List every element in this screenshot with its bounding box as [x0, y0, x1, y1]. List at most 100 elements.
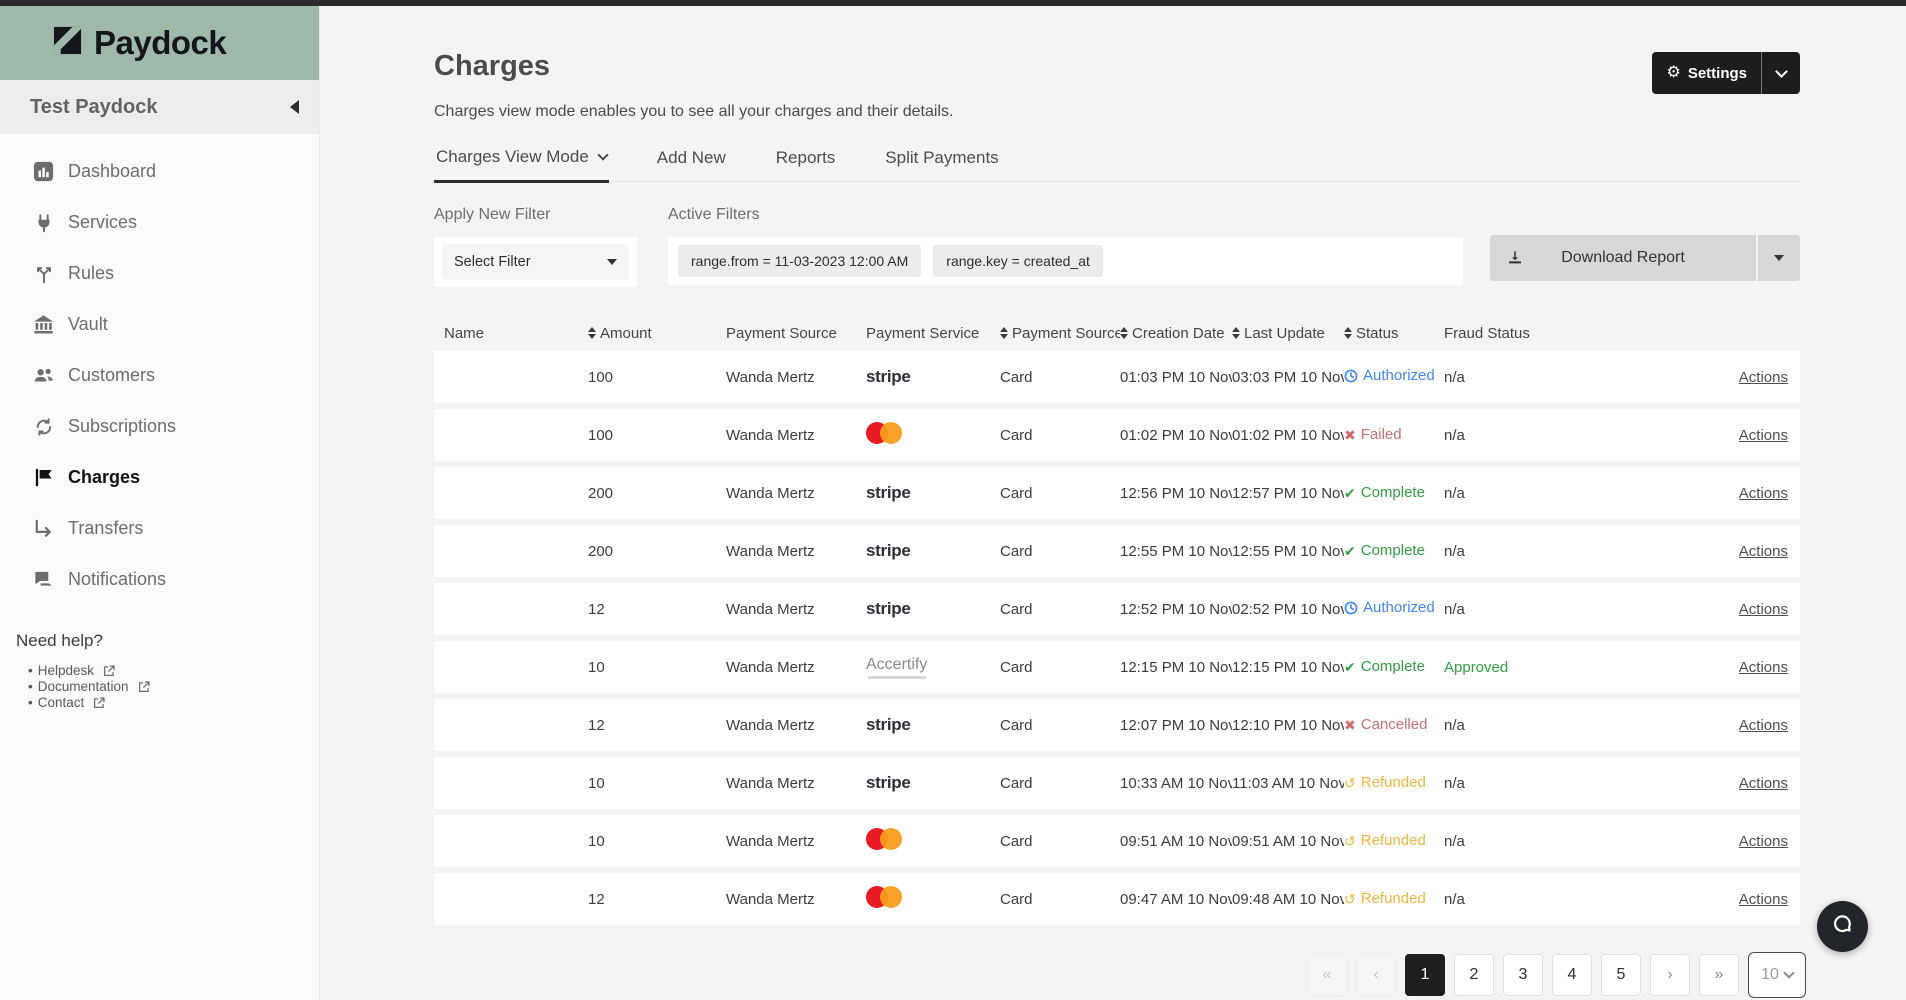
status-label: Complete	[1361, 658, 1425, 675]
status-label: Failed	[1361, 426, 1402, 443]
table-row[interactable]: 100 Wanda Mertz stripe Card 01:03 PM 10 …	[434, 351, 1800, 403]
page-size-value: 10	[1761, 966, 1779, 984]
sidebar-collapse-icon[interactable]	[290, 100, 299, 114]
settings-dropdown-button[interactable]	[1762, 71, 1800, 76]
page-subtitle: Charges view mode enables you to see all…	[434, 103, 1800, 121]
download-report-dropdown[interactable]	[1758, 235, 1800, 281]
sidebar-item-rules[interactable]: Rules	[0, 248, 319, 299]
cell-payment-source-type: Card	[1000, 833, 1120, 850]
cell-creation-date: 01:02 PM 10 Nov…	[1120, 427, 1232, 444]
rules-branch-icon	[32, 262, 55, 285]
status-label: Cancelled	[1361, 716, 1428, 733]
actions-link[interactable]: Actions	[1739, 601, 1788, 618]
column-header-amount[interactable]: Amount	[588, 325, 726, 342]
table-row[interactable]: 200 Wanda Mertz stripe Card 12:55 PM 10 …	[434, 525, 1800, 577]
help-link-contact[interactable]: • Contact	[28, 695, 319, 711]
table-row[interactable]: 12 Wanda Mertz stripe Card 12:52 PM 10 N…	[434, 583, 1800, 635]
tab-charges-view-mode[interactable]: Charges View Mode	[434, 147, 609, 183]
settings-label: Settings	[1688, 65, 1747, 82]
column-header-payment-source-[interactable]: Payment Source…	[1000, 325, 1120, 342]
download-report-button[interactable]: Download Report	[1490, 235, 1756, 281]
sidebar-item-dashboard[interactable]: Dashboard	[0, 146, 319, 197]
actions-link[interactable]: Actions	[1739, 369, 1788, 386]
actions-link[interactable]: Actions	[1739, 891, 1788, 908]
table-row[interactable]: 12 Wanda Mertz Card 09:47 AM 10 Nov… 09:…	[434, 873, 1800, 925]
active-filters-label: Active Filters	[668, 206, 1463, 224]
cell-creation-date: 12:52 PM 10 Nov…	[1120, 601, 1232, 618]
column-label: Payment Service	[866, 325, 979, 342]
cell-status: ✖ Failed	[1344, 426, 1444, 444]
table-row[interactable]: 10 Wanda Mertz Card 09:51 AM 10 Nov… 09:…	[434, 815, 1800, 867]
filter-select[interactable]: Select Filter	[442, 244, 629, 280]
cell-creation-date: 12:07 PM 10 Nov…	[1120, 717, 1232, 734]
table-row[interactable]: 200 Wanda Mertz stripe Card 12:56 PM 10 …	[434, 467, 1800, 519]
page-button-first: «	[1307, 954, 1347, 996]
active-filter-chip[interactable]: range.key = created_at	[933, 245, 1103, 277]
sidebar-item-customers[interactable]: Customers	[0, 350, 319, 401]
help-link-documentation[interactable]: • Documentation	[28, 679, 319, 695]
stripe-logo: stripe	[866, 715, 911, 734]
table-row[interactable]: 12 Wanda Mertz stripe Card 12:07 PM 10 N…	[434, 699, 1800, 751]
cell-payment-service	[866, 828, 1000, 854]
chevron-down-icon	[1783, 967, 1794, 978]
cell-last-update: 12:10 PM 10 Nov…	[1232, 717, 1344, 734]
status-authorized-icon	[1344, 601, 1358, 615]
actions-link[interactable]: Actions	[1739, 543, 1788, 560]
tab-reports[interactable]: Reports	[774, 147, 838, 181]
page-button-last[interactable]: »	[1699, 954, 1739, 996]
cell-status: Authorized	[1344, 599, 1444, 619]
column-header-last-update[interactable]: Last Update	[1232, 325, 1344, 342]
sidebar-item-notifications[interactable]: Notifications	[0, 554, 319, 605]
page-button-4[interactable]: 4	[1552, 954, 1592, 996]
sort-icon[interactable]	[588, 327, 596, 339]
actions-link[interactable]: Actions	[1739, 833, 1788, 850]
status-label: Refunded	[1361, 890, 1426, 907]
cell-amount: 10	[588, 775, 726, 792]
chat-launcher-button[interactable]	[1817, 901, 1868, 952]
actions-link[interactable]: Actions	[1739, 659, 1788, 676]
table-row[interactable]: 10 Wanda Mertz stripe Card 10:33 AM 10 N…	[434, 757, 1800, 809]
sidebar-item-vault[interactable]: Vault	[0, 299, 319, 350]
page-button-5[interactable]: 5	[1601, 954, 1641, 996]
actions-link[interactable]: Actions	[1739, 717, 1788, 734]
table-row[interactable]: 10 Wanda Mertz Accertify✳ Card 12:15 PM …	[434, 641, 1800, 693]
cell-last-update: 12:57 PM 10 Nov…	[1232, 485, 1344, 502]
org-switcher[interactable]: Test Paydock	[0, 80, 319, 134]
sidebar-item-transfers[interactable]: Transfers	[0, 503, 319, 554]
cell-creation-date: 12:56 PM 10 Nov…	[1120, 485, 1232, 502]
sidebar-item-services[interactable]: Services	[0, 197, 319, 248]
active-filter-chip[interactable]: range.from = 11-03-2023 12:00 AM	[678, 245, 921, 277]
page-button-1[interactable]: 1	[1405, 954, 1445, 996]
paydock-logo-icon	[52, 25, 83, 61]
page-button-2[interactable]: 2	[1454, 954, 1494, 996]
cell-fraud-status: Approved	[1444, 659, 1594, 676]
actions-link[interactable]: Actions	[1739, 775, 1788, 792]
page-size-select[interactable]: 10	[1748, 952, 1806, 998]
help-link-helpdesk[interactable]: • Helpdesk	[28, 663, 319, 679]
sort-icon[interactable]	[1000, 327, 1008, 339]
sidebar-item-subscriptions[interactable]: Subscriptions	[0, 401, 319, 452]
sidebar-item-label: Dashboard	[68, 161, 156, 182]
dashboard-icon	[32, 160, 55, 183]
settings-button[interactable]: ⚙ Settings	[1652, 52, 1800, 94]
sort-icon[interactable]	[1120, 327, 1128, 339]
external-link-icon	[102, 664, 116, 678]
sort-icon[interactable]	[1232, 327, 1240, 339]
table-row[interactable]: 100 Wanda Mertz Card 01:02 PM 10 Nov… 01…	[434, 409, 1800, 461]
stripe-logo: stripe	[866, 773, 911, 792]
tab-split-payments[interactable]: Split Payments	[883, 147, 1000, 181]
paydock-logo[interactable]: Paydock	[0, 6, 319, 80]
actions-link[interactable]: Actions	[1739, 427, 1788, 444]
tab-add-new[interactable]: Add New	[655, 147, 728, 181]
sidebar-item-charges[interactable]: Charges	[0, 452, 319, 503]
sort-icon[interactable]	[1344, 327, 1352, 339]
actions-link[interactable]: Actions	[1739, 485, 1788, 502]
column-header-creation-date[interactable]: Creation Date	[1120, 325, 1232, 342]
column-header-status[interactable]: Status	[1344, 325, 1444, 342]
status-cancelled-icon: ✖	[1344, 718, 1356, 732]
page-button-next[interactable]: ›	[1650, 954, 1690, 996]
cell-last-update: 02:52 PM 10 Nov…	[1232, 601, 1344, 618]
page-button-3[interactable]: 3	[1503, 954, 1543, 996]
cell-amount: 100	[588, 427, 726, 444]
tab-label: Add New	[657, 148, 726, 168]
